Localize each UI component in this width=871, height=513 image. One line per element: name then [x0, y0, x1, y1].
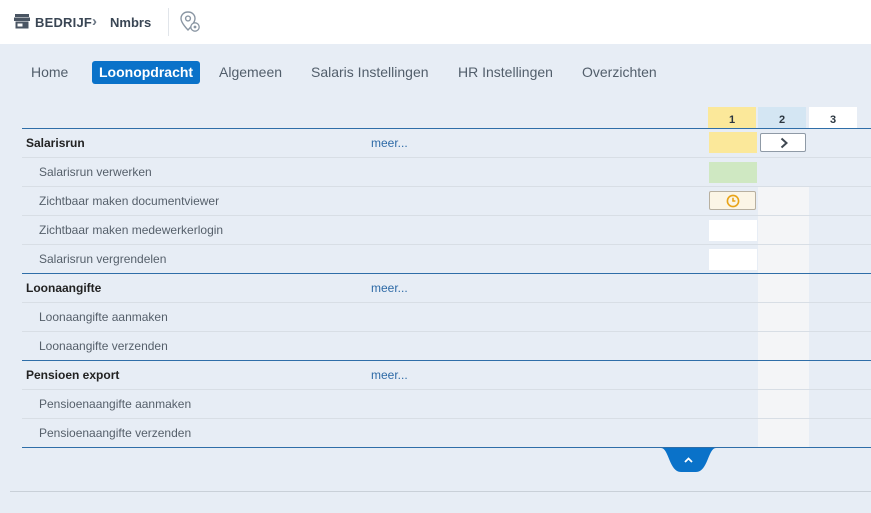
period-header-2[interactable]: 2	[758, 107, 806, 128]
period-cell-current[interactable]	[709, 132, 757, 153]
status-cell-empty[interactable]	[709, 249, 757, 270]
breadcrumb-app[interactable]: Nmbrs	[110, 15, 151, 30]
row-label-vergrendelen: Salarisrun vergrendelen	[39, 252, 167, 266]
period-header-1[interactable]: 1	[708, 107, 756, 128]
more-link-pensioen-export[interactable]: meer...	[371, 368, 408, 382]
row-label-medewerkerlogin: Zichtbaar maken medewerkerlogin	[39, 223, 224, 237]
period-column-2	[758, 186, 809, 447]
row-divider	[22, 331, 871, 332]
row-label-pensioenaangifte-verzenden: Pensioenaangifte verzenden	[39, 426, 192, 440]
row-divider	[22, 389, 871, 390]
status-cell-pending[interactable]	[709, 191, 756, 210]
tab-salaris-instellingen[interactable]: Salaris Instellingen	[311, 61, 429, 84]
row-label-loonaangifte-verzenden: Loonaangifte verzenden	[39, 339, 168, 353]
row-divider	[22, 418, 871, 419]
collapse-button[interactable]	[661, 448, 716, 472]
row-divider	[22, 215, 871, 216]
divider	[168, 8, 169, 36]
group-divider	[22, 360, 871, 361]
breadcrumb-company[interactable]: BEDRIJF	[35, 15, 92, 30]
row-label-salarisrun-verwerken: Salarisrun verwerken	[39, 165, 152, 179]
status-cell-done[interactable]	[709, 162, 757, 183]
group-title-pensioen-export: Pensioen export	[26, 368, 120, 382]
row-divider	[22, 302, 871, 303]
chevron-right-icon	[780, 137, 788, 149]
location-settings-icon[interactable]	[179, 10, 201, 34]
row-label-documentviewer: Zichtbaar maken documentviewer	[39, 194, 220, 208]
breadcrumb-separator: ›	[92, 13, 97, 30]
top-bar: BEDRIJF › Nmbrs	[0, 0, 871, 44]
clock-icon	[726, 194, 740, 208]
tab-home[interactable]: Home	[31, 61, 68, 84]
group-divider	[22, 128, 871, 129]
row-divider	[22, 186, 871, 187]
tab-overzichten[interactable]: Overzichten	[582, 61, 657, 84]
group-title-loonaangifte: Loonaangifte	[26, 281, 102, 295]
tab-algemeen[interactable]: Algemeen	[219, 61, 282, 84]
row-label-loonaangifte-aanmaken: Loonaangifte aanmaken	[39, 310, 168, 324]
group-divider	[22, 273, 871, 274]
tab-hr-instellingen[interactable]: HR Instellingen	[458, 61, 553, 84]
more-link-salarisrun[interactable]: meer...	[371, 136, 408, 150]
row-divider	[22, 157, 871, 158]
bottom-divider	[10, 491, 871, 492]
tab-loonopdracht[interactable]: Loonopdracht	[92, 61, 201, 84]
row-label-pensioenaangifte-aanmaken: Pensioenaangifte aanmaken	[39, 397, 192, 411]
period-header-3[interactable]: 3	[809, 107, 857, 128]
status-cell-empty[interactable]	[709, 220, 757, 241]
store-icon	[14, 14, 30, 29]
group-divider	[22, 447, 871, 448]
row-divider	[22, 244, 871, 245]
group-title-salarisrun: Salarisrun	[26, 136, 85, 150]
next-period-button[interactable]	[760, 133, 806, 152]
more-link-loonaangifte[interactable]: meer...	[371, 281, 408, 295]
